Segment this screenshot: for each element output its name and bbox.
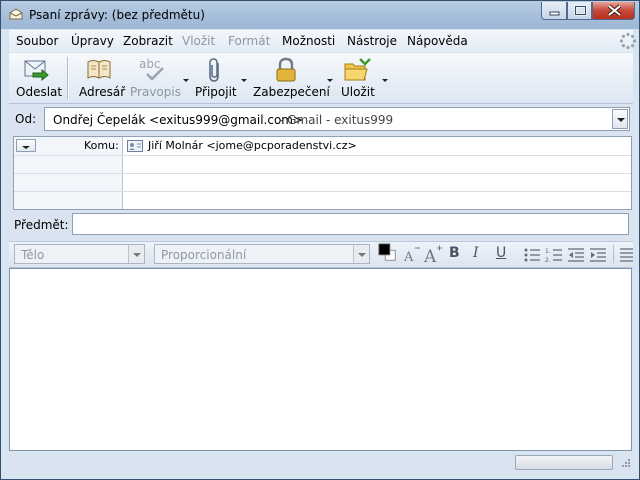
- attach-dropdown-arrow[interactable]: [241, 79, 247, 82]
- compose-envelope-icon: [9, 8, 23, 20]
- italic-button[interactable]: I: [473, 245, 479, 265]
- paragraph-style-select[interactable]: Tělo: [14, 244, 145, 264]
- menu-soubor[interactable]: Soubor: [16, 34, 58, 48]
- compose-window: Psaní zprávy: (bez předmětu) Soubor Úpra…: [0, 0, 640, 480]
- lock-icon: [276, 57, 296, 82]
- minimize-icon: [549, 11, 560, 16]
- toolbar-separator: [67, 57, 69, 99]
- from-label: Od:: [15, 112, 37, 126]
- menu-zobrazit[interactable]: Zobrazit: [123, 34, 173, 48]
- text-color-icon[interactable]: [377, 243, 399, 263]
- menu-nastroje[interactable]: Nástroje: [347, 34, 397, 48]
- save-dropdown-arrow[interactable]: [382, 79, 388, 82]
- recipient-row-empty[interactable]: [14, 173, 631, 192]
- numbered-list-icon[interactable]: 1. 2.: [545, 245, 563, 265]
- addressbook-label: Adresář: [79, 85, 126, 99]
- increase-font-size-icon[interactable]: A: [423, 244, 443, 264]
- from-account: - Gmail - exitus999: [279, 113, 394, 127]
- compose-toolbar: Odeslat Adresář abc Pravopis Připojit Za…: [9, 53, 633, 104]
- decrease-font-size-icon[interactable]: A: [403, 244, 421, 264]
- recipient-type-label: Komu:: [84, 139, 119, 152]
- from-value: Ondřej Čepelák <exitus999@gmail.com>: [53, 113, 304, 127]
- recipient-row[interactable]: Komu: Jiří Molnár <jome@pcporadenstvi.cz…: [14, 137, 631, 156]
- menu-format[interactable]: Formát: [228, 34, 270, 48]
- outdent-icon[interactable]: [567, 245, 585, 265]
- addressbook-button[interactable]: Adresář: [75, 55, 126, 101]
- font-dropdown-arrow[interactable]: [353, 245, 369, 263]
- paragraph-style-value: Tělo: [21, 248, 45, 262]
- attach-label: Připojit: [195, 85, 237, 99]
- send-button[interactable]: Odeslat: [13, 55, 62, 101]
- from-dropdown-button[interactable]: [612, 109, 628, 129]
- maximize-icon: [574, 5, 587, 16]
- menu-bar: Soubor Úpravy Zobrazit Vložit Formát Mož…: [9, 30, 637, 52]
- recipients-list[interactable]: Komu: Jiří Molnár <jome@pcporadenstvi.cz…: [13, 136, 632, 210]
- save-folder-icon: [344, 58, 371, 81]
- subject-input[interactable]: [72, 213, 629, 235]
- window-title: Psaní zprávy: (bez předmětu): [29, 8, 205, 22]
- minimize-button[interactable]: [541, 2, 567, 20]
- security-label: Zabezpečení: [253, 85, 330, 99]
- spellcheck-button[interactable]: abc Pravopis: [129, 55, 189, 101]
- security-dropdown-arrow[interactable]: [327, 79, 333, 82]
- bullet-list-icon[interactable]: [523, 245, 541, 265]
- font-select[interactable]: Proporcionální: [154, 244, 370, 264]
- resize-grip-icon[interactable]: [621, 458, 631, 468]
- svg-text:A: A: [403, 250, 414, 264]
- bold-button[interactable]: B: [449, 245, 460, 265]
- message-header: Od: Ondřej Čepelák <exitus999@gmail.com>…: [9, 104, 633, 240]
- menu-upravy[interactable]: Úpravy: [71, 34, 114, 48]
- activity-throbber-icon: [619, 32, 637, 50]
- recipient-row-empty[interactable]: [14, 155, 631, 174]
- paperclip-icon: [209, 58, 219, 82]
- menu-moznosti[interactable]: Možnosti: [282, 34, 335, 48]
- close-button[interactable]: [592, 2, 635, 20]
- maximize-button[interactable]: [567, 2, 592, 20]
- menu-vlozit[interactable]: Vložit: [182, 34, 215, 48]
- svg-text:A: A: [423, 247, 437, 264]
- save-label: Uložit: [341, 85, 375, 99]
- recipient-address-input[interactable]: Jiří Molnár <jome@pcporadenstvi.cz>: [148, 139, 357, 152]
- spellcheck-label: Pravopis: [130, 85, 181, 99]
- recipient-row-empty[interactable]: [14, 191, 631, 209]
- svg-text:1.: 1.: [545, 248, 551, 255]
- underline-button[interactable]: U: [496, 245, 506, 265]
- svg-text:2.: 2.: [545, 257, 551, 264]
- save-button[interactable]: Uložit: [337, 55, 391, 101]
- from-select[interactable]: Ondřej Čepelák <exitus999@gmail.com> - G…: [44, 107, 630, 131]
- send-icon: [24, 60, 49, 81]
- addressbook-icon: [87, 60, 111, 79]
- status-bar: [9, 452, 633, 474]
- progress-bar: [515, 455, 613, 470]
- contact-card-icon: [127, 140, 143, 152]
- paragraph-style-dropdown-arrow[interactable]: [128, 245, 144, 263]
- recipient-type-dropdown[interactable]: [16, 139, 36, 152]
- font-value: Proporcionální: [161, 248, 247, 262]
- spellcheck-icon: abc: [139, 57, 169, 83]
- subject-label: Předmět:: [14, 218, 69, 232]
- send-label: Odeslat: [16, 85, 63, 99]
- message-body-editor[interactable]: [9, 268, 632, 451]
- format-toolbar: Tělo Proporcionální A A B I U 1. 2.: [9, 241, 633, 268]
- security-button[interactable]: Zabezpečení: [251, 55, 333, 101]
- attach-button[interactable]: Připojit: [195, 55, 249, 101]
- menu-napoveda[interactable]: Nápověda: [407, 34, 468, 48]
- indent-icon[interactable]: [589, 245, 607, 265]
- title-bar[interactable]: Psaní zprávy: (bez předmětu): [1, 1, 639, 29]
- close-icon: [607, 4, 622, 17]
- spellcheck-dropdown-arrow[interactable]: [183, 79, 189, 82]
- format-toolbar-separator: [613, 245, 614, 263]
- align-icon[interactable]: [619, 245, 633, 265]
